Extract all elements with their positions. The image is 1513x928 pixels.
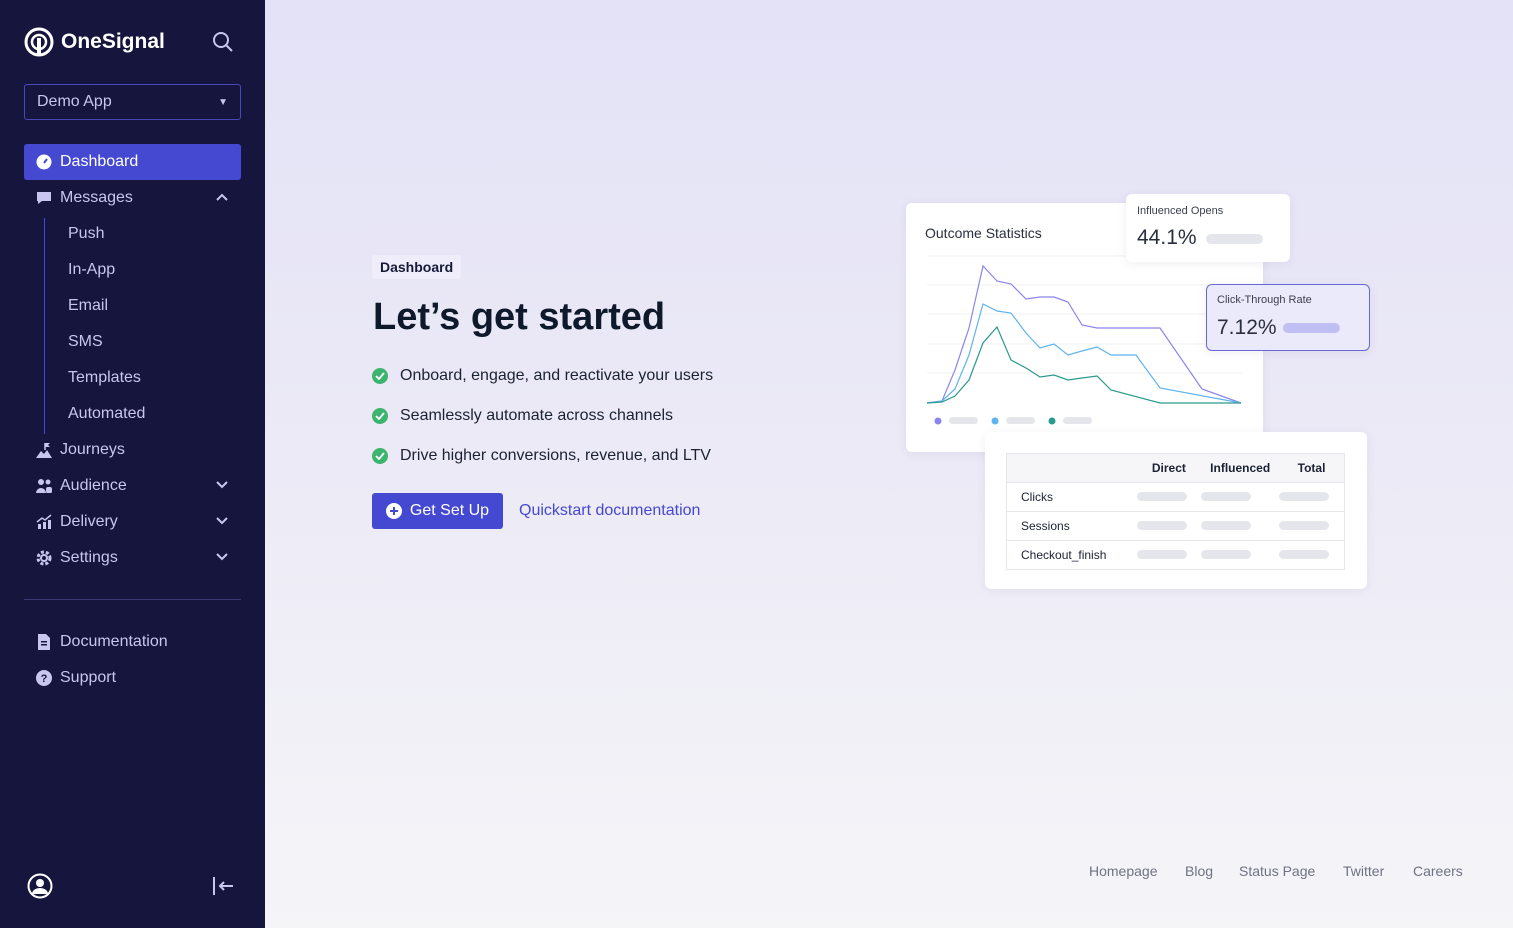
legend-placeholder: [949, 417, 978, 424]
sidebar-item-label: Documentation: [60, 633, 168, 650]
sidebar-item-label: Support: [60, 669, 117, 686]
sidebar-subitem-templates[interactable]: Templates: [68, 369, 141, 387]
column-header: Influenced: [1201, 453, 1280, 483]
sidebar-item-label: Delivery: [60, 513, 118, 530]
chevron-down-icon[interactable]: [215, 514, 229, 528]
chevron-up-icon[interactable]: [215, 190, 229, 204]
sidebar-divider: [24, 599, 241, 600]
metric-label: Influenced Opens: [1137, 205, 1224, 217]
sidebar-item-audience[interactable]: Audience: [24, 468, 241, 504]
sidebar-item-label: Audience: [60, 477, 127, 494]
row-label: Checkout_finish: [1021, 548, 1107, 562]
sidebar-subitem-automated[interactable]: Automated: [68, 405, 145, 423]
dashboard-gauge-icon: [36, 154, 52, 170]
sidebar-item-documentation[interactable]: Documentation: [24, 624, 241, 660]
chevron-down-icon[interactable]: [215, 550, 229, 564]
footer-link-blog[interactable]: Blog: [1185, 863, 1213, 879]
blue-series-line: [926, 303, 1242, 404]
legend-dot: [934, 417, 942, 425]
table-row: Clicks: [1006, 482, 1345, 512]
collapse-sidebar-icon[interactable]: [212, 876, 234, 896]
metric-label: Click-Through Rate: [1217, 294, 1312, 306]
click-through-rate-card: Click-Through Rate 7.12%: [1206, 284, 1370, 351]
sidebar-item-settings[interactable]: Settings: [24, 540, 241, 576]
brand-name: OneSignal: [61, 30, 165, 53]
column-header: Direct: [1136, 453, 1202, 483]
chart-icon: [36, 514, 52, 530]
message-icon: [36, 190, 52, 206]
user-avatar-icon[interactable]: [27, 873, 53, 899]
legend-dot: [991, 417, 999, 425]
app-selector[interactable]: Demo App ▼: [24, 84, 241, 120]
page-badge: Dashboard: [372, 255, 462, 279]
sidebar-item-dashboard[interactable]: Dashboard: [24, 144, 241, 180]
table-row: Checkout_finish: [1007, 541, 1345, 570]
legend-placeholder: [1006, 417, 1035, 424]
sidebar-item-delivery[interactable]: Delivery: [24, 504, 241, 540]
sidebar-item-label: Settings: [60, 549, 118, 566]
footer-link-twitter[interactable]: Twitter: [1343, 863, 1384, 879]
influenced-opens-card: Influenced Opens 44.1%: [1126, 194, 1290, 262]
help-icon: ?: [36, 670, 52, 686]
page-title: Let’s get started: [373, 296, 666, 338]
sidebar: OneSignal Demo App ▼ Dashboard Messages P…: [0, 0, 265, 928]
row-label: Sessions: [1006, 511, 1137, 541]
submenu-line: [44, 218, 45, 434]
button-label: Get Set Up: [409, 502, 490, 519]
row-label: Clicks: [1006, 482, 1137, 512]
quickstart-documentation-link[interactable]: Quickstart documentation: [519, 502, 700, 520]
metric-value: 7.12%: [1217, 316, 1277, 339]
sidebar-item-label: Dashboard: [60, 153, 139, 170]
users-icon: [36, 478, 52, 494]
feature-item: Drive higher conversions, revenue, and L…: [372, 447, 711, 465]
sidebar-item-messages[interactable]: Messages: [24, 180, 241, 216]
sidebar-subitem-in-app[interactable]: In-App: [68, 261, 115, 279]
journey-flag-icon: [36, 442, 52, 458]
search-icon[interactable]: [212, 31, 234, 53]
get-set-up-button[interactable]: Get Set Up: [372, 493, 503, 529]
feature-text: Onboard, engage, and reactivate your use…: [400, 367, 714, 384]
footer-link-homepage[interactable]: Homepage: [1089, 863, 1158, 879]
sidebar-item-support[interactable]: ? Support: [24, 660, 241, 696]
legend-dot: [1048, 417, 1056, 425]
feature-item: Onboard, engage, and reactivate your use…: [372, 367, 713, 385]
gear-icon: [36, 550, 52, 566]
sidebar-subitem-sms[interactable]: SMS: [68, 333, 103, 351]
onesignal-logo-icon: [24, 27, 54, 57]
metric-value: 44.1%: [1137, 226, 1197, 249]
column-header: Total: [1279, 453, 1345, 483]
outcome-table: Direct Influenced Total Clicks Sessions Ch…: [1006, 453, 1345, 570]
sidebar-subitem-push[interactable]: Push: [68, 225, 104, 243]
plus-circle-icon: [385, 503, 402, 519]
feature-text: Seamlessly automate across channels: [400, 407, 674, 424]
document-icon: [36, 634, 52, 650]
placeholder-bar: [1206, 234, 1263, 244]
placeholder-bar: [1283, 323, 1340, 333]
outcome-table-card: Direct Influenced Total Clicks Sessions Ch…: [985, 432, 1367, 589]
sidebar-item-label: Journeys: [60, 441, 125, 458]
footer-link-careers[interactable]: Careers: [1413, 863, 1463, 879]
feature-item: Seamlessly automate across channels: [372, 407, 673, 425]
svg-text:?: ?: [41, 673, 48, 685]
check-circle-icon: [372, 448, 388, 464]
check-circle-icon: [372, 408, 388, 424]
footer-link-status-page[interactable]: Status Page: [1239, 863, 1315, 879]
caret-down-icon: ▼: [218, 96, 228, 108]
app-selector-value: Demo App: [37, 93, 112, 110]
table-row: Sessions: [1006, 511, 1345, 541]
legend-placeholder: [1063, 417, 1092, 424]
check-circle-icon: [372, 368, 388, 384]
sidebar-subitem-email[interactable]: Email: [68, 297, 108, 315]
feature-text: Drive higher conversions, revenue, and L…: [400, 447, 711, 464]
sidebar-item-journeys[interactable]: Journeys: [24, 432, 241, 468]
onesignal-logo[interactable]: OneSignal: [24, 27, 165, 57]
chevron-down-icon[interactable]: [215, 478, 229, 492]
sidebar-item-label: Messages: [60, 189, 133, 206]
